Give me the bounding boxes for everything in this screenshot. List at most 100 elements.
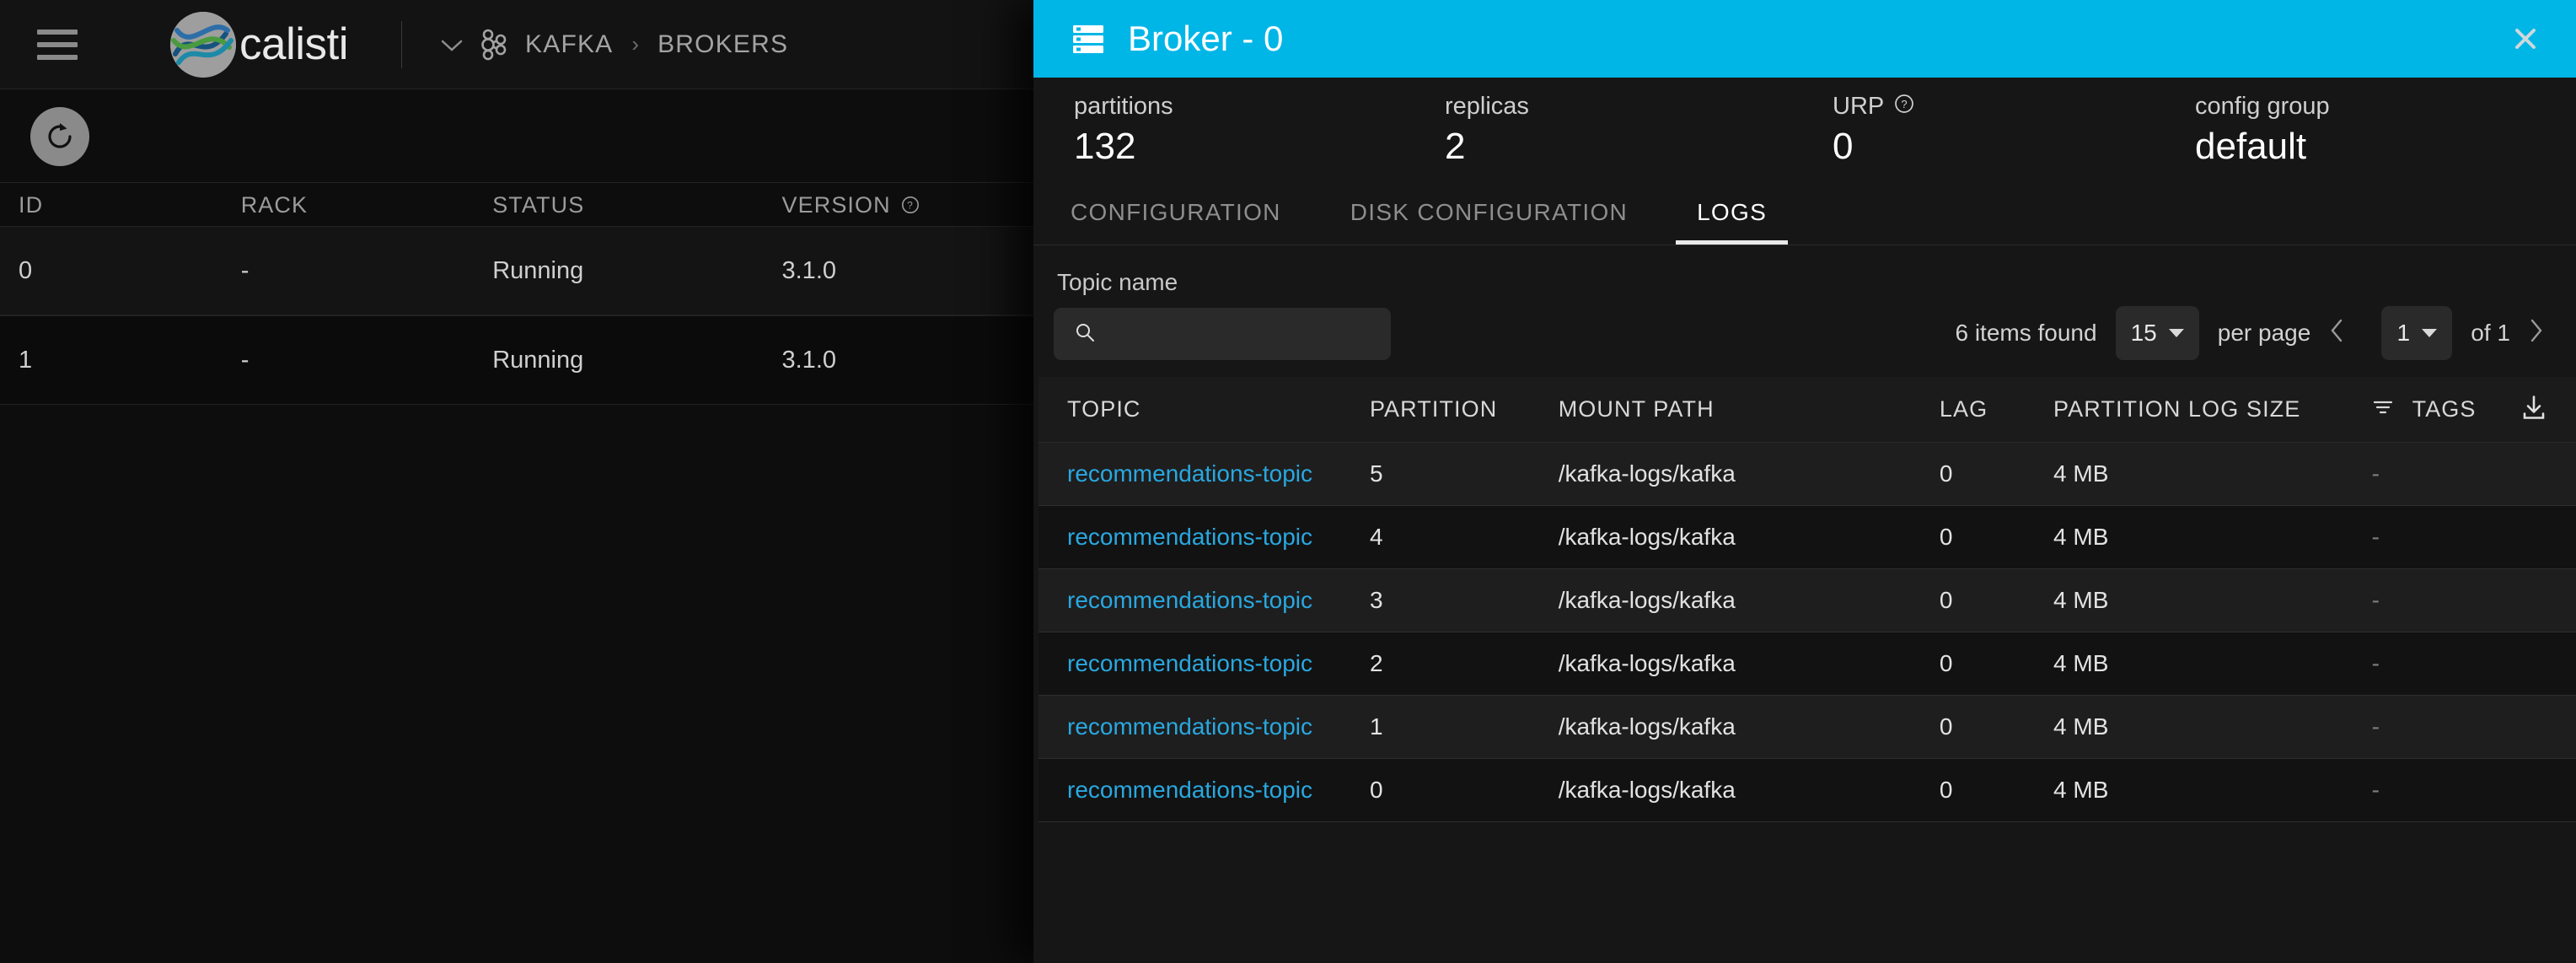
cell-lag: 0	[1939, 777, 1953, 803]
table-row[interactable]: 1 - Running 3.1.0	[0, 315, 1033, 405]
stat-label: config group	[2195, 92, 2330, 120]
pagination: 6 items found 15 per page 1 of 1	[1955, 306, 2563, 360]
column-header-version-label: VERSION	[781, 191, 891, 218]
per-page-select[interactable]: 15	[2115, 306, 2199, 360]
cell-partition: 0	[1369, 777, 1383, 803]
refresh-icon	[48, 122, 72, 148]
topic-link[interactable]: recommendations-topic	[1067, 587, 1312, 613]
breadcrumb: KAFKA › BROKERS	[441, 27, 788, 62]
column-header-id: ID	[19, 191, 44, 218]
table-row[interactable]: 0 - Running 3.1.0	[0, 226, 1033, 315]
topic-name-label: Topic name	[1057, 269, 1178, 295]
broker-status: Running	[492, 346, 584, 374]
broker-id: 0	[19, 256, 33, 284]
cell-partition: 2	[1369, 650, 1383, 676]
column-header-version: VERSION ?	[782, 192, 1034, 218]
tab-configuration[interactable]: CONFIGURATION	[1071, 199, 1281, 245]
search-input[interactable]	[1108, 320, 1360, 347]
tab-disk-configuration[interactable]: DISK CONFIGURATION	[1350, 199, 1628, 245]
chevron-down-icon	[2422, 329, 2438, 337]
topic-link[interactable]: recommendations-topic	[1067, 650, 1312, 676]
cell-log-size: 4 MB	[2053, 650, 2109, 676]
table-row[interactable]: recommendations-topic 4 /kafka-logs/kafk…	[1038, 506, 2576, 569]
cell-tags: -	[2371, 524, 2380, 550]
table-empty-area	[1038, 822, 2576, 940]
table-row[interactable]: recommendations-topic 1 /kafka-logs/kafk…	[1038, 696, 2576, 759]
help-circle-icon[interactable]: ?	[901, 196, 920, 214]
table-row[interactable]: recommendations-topic 2 /kafka-logs/kafk…	[1038, 632, 2576, 696]
column-header-topic: TOPIC	[1067, 396, 1141, 422]
page-select[interactable]: 1	[2381, 306, 2453, 360]
brand-logo[interactable]: calisti	[170, 11, 349, 78]
broker-version: 3.1.0	[781, 346, 837, 374]
topic-link[interactable]: recommendations-topic	[1067, 460, 1312, 487]
cell-topic: recommendations-topic	[1067, 713, 1370, 740]
topic-link[interactable]: recommendations-topic	[1067, 713, 1312, 740]
brand-name: calisti	[239, 19, 349, 69]
close-icon[interactable]	[2507, 20, 2544, 57]
items-found-label: 6 items found	[1955, 320, 2097, 346]
broker-id: 1	[19, 346, 33, 374]
column-header-lag: LAG	[1939, 396, 1988, 422]
cell-lag: 0	[1939, 460, 1953, 487]
broker-status: Running	[492, 256, 584, 284]
refresh-button[interactable]	[30, 106, 89, 166]
cell-log-size: 4 MB	[2053, 460, 2109, 487]
table-row[interactable]: recommendations-topic 0 /kafka-logs/kafk…	[1038, 759, 2576, 822]
toolbar	[0, 90, 1033, 183]
chevron-down-icon[interactable]	[441, 34, 463, 56]
cell-topic: recommendations-topic	[1067, 587, 1370, 614]
cell-mount-path: /kafka-logs/kafka	[1558, 650, 1736, 676]
topic-link[interactable]: recommendations-topic	[1067, 777, 1312, 803]
panel-header: Broker - 0	[1033, 0, 2576, 78]
broker-rack: -	[240, 256, 250, 284]
breadcrumb-item-brokers[interactable]: BROKERS	[657, 30, 788, 59]
stat-label: partitions	[1074, 92, 1173, 120]
toolbar-divider	[401, 20, 403, 68]
brokers-table: ID RACK STATUS VERSION ? 0 - Running 3.1…	[0, 184, 1033, 405]
top-bar: calisti KAFKA › BROKERS	[0, 0, 1033, 89]
cell-topic: recommendations-topic	[1067, 524, 1370, 551]
per-page-label: per page	[2217, 320, 2311, 346]
cell-tags: -	[2371, 713, 2380, 740]
cell-partition: 4	[1369, 524, 1383, 550]
cell-partition: 5	[1369, 460, 1383, 487]
breadcrumb-item-kafka[interactable]: KAFKA	[525, 30, 613, 59]
chevron-right-icon[interactable]	[2510, 318, 2563, 348]
panel-tabs: CONFIGURATION DISK CONFIGURATION LOGS	[1033, 181, 2576, 245]
stat-partitions: partitions 132	[1074, 93, 1445, 166]
calisti-logo-icon	[170, 11, 236, 78]
help-circle-icon[interactable]: ?	[1894, 93, 1914, 121]
search-input-wrapper[interactable]	[1054, 308, 1391, 360]
logs-table: TOPIC PARTITION MOUNT PATH LAG PARTITION…	[1038, 377, 2576, 963]
stat-value: default	[2195, 125, 2307, 167]
per-page-value: 15	[2130, 320, 2157, 346]
brokers-table-header: ID RACK STATUS VERSION ?	[0, 184, 1033, 226]
app-background: calisti KAFKA › BROKERS ID RACK STATUS V…	[0, 0, 2576, 963]
table-row[interactable]: recommendations-topic 5 /kafka-logs/kafk…	[1038, 443, 2576, 506]
chevron-left-icon[interactable]	[2310, 318, 2363, 348]
svg-text:?: ?	[1902, 98, 1908, 110]
cell-mount-path: /kafka-logs/kafka	[1558, 713, 1736, 740]
cell-partition: 3	[1369, 587, 1383, 613]
stat-value: 0	[1833, 125, 1854, 167]
table-row[interactable]: recommendations-topic 3 /kafka-logs/kafk…	[1038, 569, 2576, 632]
cell-topic: recommendations-topic	[1067, 650, 1370, 677]
topic-link[interactable]: recommendations-topic	[1067, 524, 1312, 550]
stat-config-group: config group default	[2195, 93, 2330, 166]
cell-tags: -	[2371, 777, 2380, 803]
logs-table-header: TOPIC PARTITION MOUNT PATH LAG PARTITION…	[1038, 377, 2576, 443]
filter-icon[interactable]	[2372, 396, 2394, 422]
stat-value: 2	[1445, 125, 1466, 167]
topic-filter: Topic name	[1054, 269, 1391, 360]
chevron-down-icon	[2168, 329, 2184, 337]
tab-logs[interactable]: LOGS	[1676, 199, 1789, 245]
download-icon[interactable]	[2520, 394, 2547, 425]
kafka-icon	[476, 27, 512, 62]
svg-text:?: ?	[907, 200, 914, 212]
cell-tags: -	[2371, 587, 2380, 613]
stat-urp: URP ? 0	[1833, 93, 2195, 166]
cell-topic: recommendations-topic	[1067, 777, 1370, 804]
hamburger-icon[interactable]	[37, 29, 78, 60]
column-header-status: STATUS	[492, 191, 585, 218]
